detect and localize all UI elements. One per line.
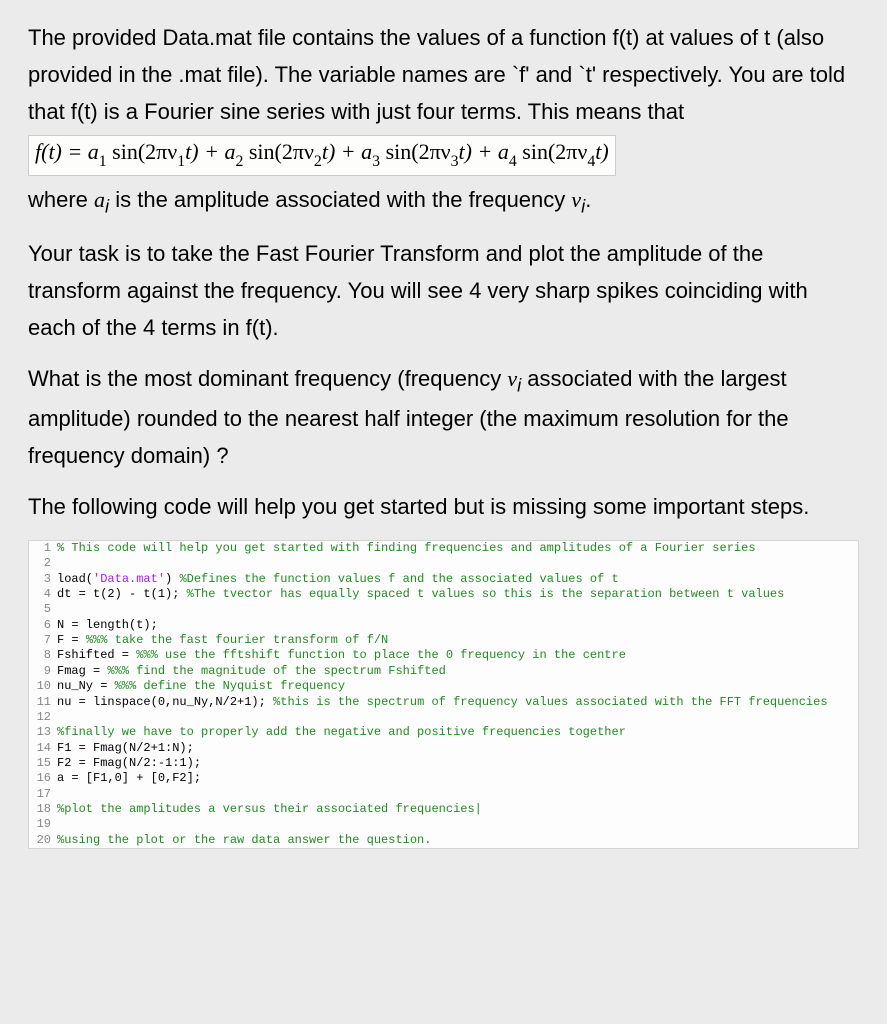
t2-nu-sub: 2 [314, 153, 322, 170]
line-number: 19 [29, 817, 57, 832]
code-text: %using the plot or the raw data answer t… [57, 833, 858, 848]
code-text: dt = t(2) - t(1); %The tvector has equal… [57, 587, 858, 602]
code-line: 1% This code will help you get started w… [29, 541, 858, 556]
code-line: 8Fshifted = %%% use the fftshift functio… [29, 648, 858, 663]
line-number: 6 [29, 618, 57, 633]
line-number: 17 [29, 787, 57, 802]
code-text [57, 602, 858, 617]
q-v: v [507, 366, 517, 391]
line-number: 5 [29, 602, 57, 617]
code-text: load('Data.mat') %Defines the function v… [57, 572, 858, 587]
t3-nu-sub: 3 [451, 153, 459, 170]
ai-a: a [94, 187, 105, 212]
formula-lhs: f(t) = [35, 139, 88, 164]
line-number: 9 [29, 664, 57, 679]
line-number: 11 [29, 695, 57, 710]
code-line: 2 [29, 556, 858, 571]
code-text: F = %%% take the fast fourier transform … [57, 633, 858, 648]
line-number: 12 [29, 710, 57, 725]
code-line: 7F = %%% take the fast fourier transform… [29, 633, 858, 648]
paragraph-task: Your task is to take the Fast Fourier Tr… [28, 236, 859, 347]
code-text [57, 817, 858, 832]
line-number: 14 [29, 741, 57, 756]
line-number: 18 [29, 802, 57, 817]
t2-a: a [224, 139, 235, 164]
document-page: The provided Data.mat file contains the … [0, 0, 887, 879]
line-number: 10 [29, 679, 57, 694]
formula-box: f(t) = a1 sin(2πν1t) + a2 sin(2πν2t) + a… [28, 135, 616, 176]
code-line: 17 [29, 787, 858, 802]
t3-sub: 3 [372, 153, 380, 170]
code-text: Fmag = %%% find the magnitude of the spe… [57, 664, 858, 679]
line-number: 13 [29, 725, 57, 740]
code-text: F1 = Fmag(N/2+1:N); [57, 741, 858, 756]
t1-sub: 1 [99, 153, 107, 170]
code-line: 3load('Data.mat') %Defines the function … [29, 572, 858, 587]
code-line: 16a = [F1,0] + [0,F2]; [29, 771, 858, 786]
t3-a: a [361, 139, 372, 164]
t3-tail: t) + [459, 139, 498, 164]
code-text: F2 = Fmag(N/2:-1:1); [57, 756, 858, 771]
code-text: nu = linspace(0,nu_Ny,N/2+1); %this is t… [57, 695, 858, 710]
where-mid: is the amplitude associated with the fre… [109, 187, 571, 212]
code-line: 6N = length(t); [29, 618, 858, 633]
intro-text: The provided Data.mat file contains the … [28, 25, 845, 124]
code-block: 1% This code will help you get started w… [28, 540, 859, 849]
t1-nu-sub: 1 [177, 153, 185, 170]
paragraph-intro: The provided Data.mat file contains the … [28, 20, 859, 222]
line-number: 4 [29, 587, 57, 602]
code-line: 19 [29, 817, 858, 832]
t2-tail: t) + [322, 139, 361, 164]
code-line: 18%plot the amplitudes a versus their as… [29, 802, 858, 817]
line-number: 20 [29, 833, 57, 848]
vi-v: v [571, 187, 581, 212]
code-text: % This code will help you get started wi… [57, 541, 858, 556]
line-number: 8 [29, 648, 57, 663]
code-line: 9Fmag = %%% find the magnitude of the sp… [29, 664, 858, 679]
q-pre: What is the most dominant frequency (fre… [28, 366, 507, 391]
t1-a: a [88, 139, 99, 164]
line-number: 7 [29, 633, 57, 648]
code-text: N = length(t); [57, 618, 858, 633]
code-line: 13%finally we have to properly add the n… [29, 725, 858, 740]
code-text [57, 710, 858, 725]
code-line: 20%using the plot or the raw data answer… [29, 833, 858, 848]
t4-nu-sub: 4 [587, 153, 595, 170]
code-text: a = [F1,0] + [0,F2]; [57, 771, 858, 786]
t4-tail: t) [595, 139, 608, 164]
t1-tail: t) + [185, 139, 224, 164]
line-number: 2 [29, 556, 57, 571]
t4-sin: sin(2πν [517, 139, 588, 164]
line-number: 15 [29, 756, 57, 771]
paragraph-question: What is the most dominant frequency (fre… [28, 361, 859, 475]
code-text: %plot the amplitudes a versus their asso… [57, 802, 858, 817]
code-line: 4dt = t(2) - t(1); %The tvector has equa… [29, 587, 858, 602]
code-text: Fshifted = %%% use the fftshift function… [57, 648, 858, 663]
code-line: 11nu = linspace(0,nu_Ny,N/2+1); %this is… [29, 695, 858, 710]
code-line: 5 [29, 602, 858, 617]
t4-sub: 4 [509, 153, 517, 170]
where-end: . [585, 187, 591, 212]
paragraph-code-intro: The following code will help you get sta… [28, 489, 859, 526]
t2-sub: 2 [235, 153, 243, 170]
line-number: 16 [29, 771, 57, 786]
t4-a: a [498, 139, 509, 164]
line-number: 3 [29, 572, 57, 587]
code-text: %finally we have to properly add the neg… [57, 725, 858, 740]
t2-sin: sin(2πν [243, 139, 314, 164]
where-pre: where [28, 187, 94, 212]
t3-sin: sin(2πν [380, 139, 451, 164]
code-text [57, 787, 858, 802]
code-line: 10nu_Ny = %%% define the Nyquist frequen… [29, 679, 858, 694]
t1-sin: sin(2πν [107, 139, 178, 164]
code-text [57, 556, 858, 571]
code-line: 14F1 = Fmag(N/2+1:N); [29, 741, 858, 756]
line-number: 1 [29, 541, 57, 556]
code-line: 15F2 = Fmag(N/2:-1:1); [29, 756, 858, 771]
code-text: nu_Ny = %%% define the Nyquist frequency [57, 679, 858, 694]
code-line: 12 [29, 710, 858, 725]
